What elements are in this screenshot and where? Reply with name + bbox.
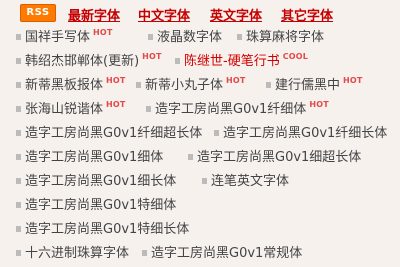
bullet-icon <box>175 57 180 64</box>
bullet-icon <box>16 57 21 64</box>
font-link[interactable]: 造字工房尚黑G0v1细超长体 <box>188 148 361 168</box>
rss-badge[interactable]: RSS <box>20 4 56 22</box>
bullet-icon <box>266 81 271 88</box>
font-link[interactable]: 造字工房尚黑G0v1细长体 <box>16 172 176 192</box>
bullet-icon <box>237 33 242 40</box>
font-link[interactable]: 新蒂黑板报体 HOT <box>16 76 126 96</box>
bullet-icon <box>16 81 21 88</box>
font-link[interactable]: 连笔英文字体 <box>202 172 289 192</box>
list-row: 造字工房尚黑G0v1特细体 <box>0 196 400 216</box>
list-row: 造字工房尚黑G0v1特细长体 <box>0 220 400 240</box>
font-link[interactable]: 造字工房尚黑G0v1常规体 <box>142 244 302 264</box>
bullet-icon <box>16 153 21 160</box>
bullet-icon <box>16 249 21 256</box>
bullet-icon <box>148 33 153 40</box>
font-link[interactable]: 造字工房尚黑G0v1特细长体 <box>16 220 189 240</box>
list-row: 国祥手写体 HOT 液晶数字体 珠算麻将字体 <box>0 28 400 48</box>
nav-chinese-fonts[interactable]: 中文字体 <box>138 5 190 24</box>
list-row: 新蒂黑板报体 HOT 新蒂小丸子体 HOT 建行儒黑中 HOT <box>0 76 400 96</box>
list-row: 造字工房尚黑G0v1细体 造字工房尚黑G0v1细超长体 <box>0 148 400 168</box>
list-row: 造字工房尚黑G0v1细长体 连笔英文字体 <box>0 172 400 192</box>
category-nav: RSS 最新字体 中文字体 英文字体 其它字体 <box>0 0 400 26</box>
bullet-icon <box>214 129 219 136</box>
font-link[interactable]: 造字工房尚黑G0v1纤细长体 <box>214 124 387 144</box>
bullet-icon <box>16 225 21 232</box>
bullet-icon <box>16 105 21 112</box>
font-link[interactable]: 国祥手写体 HOT <box>16 28 113 48</box>
font-link[interactable]: 建行儒黑中 HOT <box>266 76 363 96</box>
list-row: 十六进制珠算字体 造字工房尚黑G0v1常规体 <box>0 244 400 264</box>
font-link[interactable]: 液晶数字体 <box>148 28 222 48</box>
nav-newest-fonts[interactable]: 最新字体 <box>68 5 120 24</box>
font-link[interactable]: 造字工房尚黑G0v1纤细超长体 <box>16 124 202 144</box>
font-link[interactable]: 十六进制珠算字体 <box>16 244 129 264</box>
list-row: 造字工房尚黑G0v1纤细超长体 造字工房尚黑G0v1纤细长体 <box>0 124 400 144</box>
bullet-icon <box>188 153 193 160</box>
bullet-icon <box>16 33 21 40</box>
font-link[interactable]: 新蒂小丸子体 HOT <box>136 76 246 96</box>
font-link[interactable]: 张海山锐谐体 HOT <box>16 100 126 120</box>
bullet-icon <box>142 249 147 256</box>
bullet-icon <box>136 81 141 88</box>
nav-english-fonts[interactable]: 英文字体 <box>210 5 262 24</box>
font-link[interactable]: 造字工房尚黑G0v1纤细体 HOT <box>146 100 329 120</box>
bullet-icon <box>16 201 21 208</box>
font-link[interactable]: 韩绍杰邯郸体(更新) HOT <box>16 52 162 72</box>
bullet-icon <box>16 177 21 184</box>
list-row: 韩绍杰邯郸体(更新) HOT 陈继世-硬笔行书 COOL <box>0 52 400 72</box>
font-link[interactable]: 造字工房尚黑G0v1特细体 <box>16 196 176 216</box>
bullet-icon <box>146 105 151 112</box>
bullet-icon <box>202 177 207 184</box>
font-link[interactable]: 陈继世-硬笔行书 COOL <box>175 52 308 72</box>
font-directory-panel: RSS 最新字体 中文字体 英文字体 其它字体 国祥手写体 HOT 液晶数字体 珠… <box>0 0 400 267</box>
list-row: 张海山锐谐体 HOT 造字工房尚黑G0v1纤细体 HOT <box>0 100 400 120</box>
font-link[interactable]: 珠算麻将字体 <box>237 28 324 48</box>
font-link[interactable]: 造字工房尚黑G0v1细体 <box>16 148 163 168</box>
nav-other-fonts[interactable]: 其它字体 <box>281 5 333 24</box>
bullet-icon <box>16 129 21 136</box>
